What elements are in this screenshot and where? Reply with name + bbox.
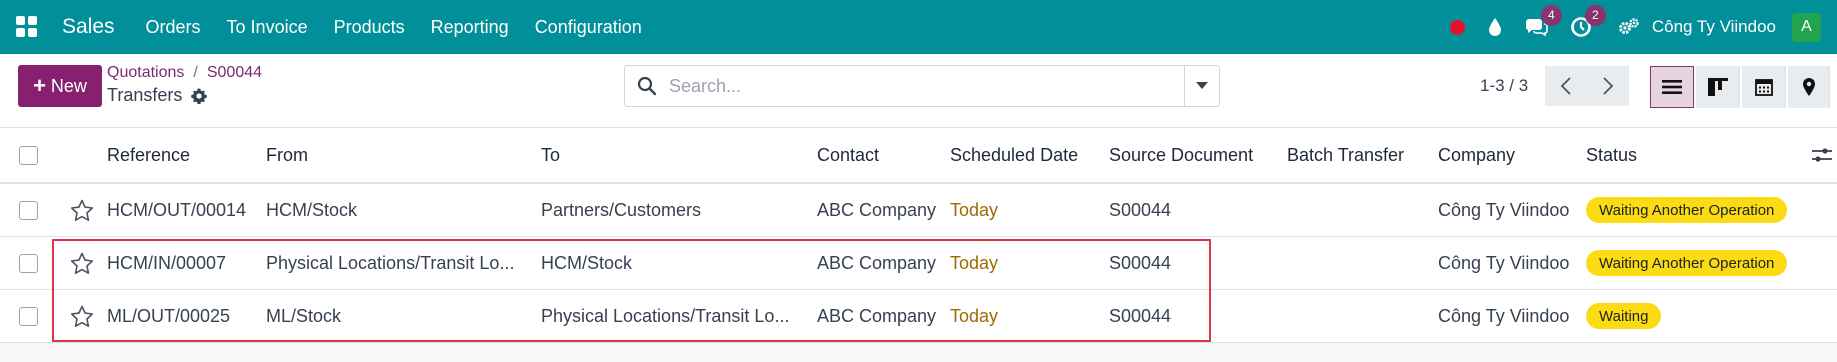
menu-products[interactable]: Products [334,17,405,38]
cell-source-document: S00044 [1109,305,1172,326]
page-title-text: Transfers [107,85,183,105]
cell-scheduled-date: Today [950,252,999,273]
cell-from: Physical Locations/Transit Lo... [266,252,515,273]
column-status[interactable]: Status [1586,128,1637,182]
table-row[interactable]: ML/OUT/00025 ML/Stock Physical Locations… [0,290,1837,343]
list-view-button[interactable] [1650,66,1694,108]
drop-icon[interactable] [1488,17,1502,37]
star-icon[interactable] [70,199,94,222]
new-button[interactable]: + New [18,65,102,107]
user-avatar[interactable]: A [1792,12,1821,42]
cell-reference: ML/OUT/00025 [107,305,231,326]
plus-icon: + [33,73,46,98]
cell-to: Physical Locations/Transit Lo... [541,305,790,326]
sliders-icon [1812,148,1832,162]
cell-to: Partners/Customers [541,199,702,220]
breadcrumb-quotations[interactable]: Quotations [107,64,184,81]
messages-badge: 4 [1540,5,1562,26]
star-icon[interactable] [70,305,94,328]
calendar-view-icon [1754,79,1773,96]
status-badge: Waiting Another Operation [1586,250,1788,276]
cell-contact: ABC Company [817,305,937,326]
new-button-label: New [50,75,87,96]
column-reference[interactable]: Reference [107,128,190,182]
messages-icon[interactable]: 4 [1524,5,1562,38]
menu-to-invoice[interactable]: To Invoice [227,17,308,38]
chevron-left-icon [1560,77,1571,95]
column-source-document[interactable]: Source Document [1109,128,1253,182]
cell-contact: ABC Company [817,199,937,220]
calendar-view-button[interactable] [1742,66,1786,108]
transfers-list: Reference From To Contact Scheduled Date… [0,128,1837,343]
cell-source-document: S00044 [1109,199,1172,220]
page-title: Transfers [107,85,208,106]
row-checkbox[interactable] [19,306,38,326]
top-navbar: Sales Orders To Invoice Products Reporti… [0,0,1837,54]
cell-contact: ABC Company [817,252,937,273]
cell-to: HCM/Stock [541,252,633,273]
cell-reference: HCM/IN/00007 [107,252,227,273]
menu-reporting[interactable]: Reporting [431,17,509,38]
kanban-view-button[interactable] [1696,66,1740,108]
chevron-right-icon [1603,77,1614,95]
star-icon[interactable] [70,252,94,275]
column-company[interactable]: Company [1438,128,1515,182]
cell-from: HCM/Stock [266,199,358,220]
table-header: Reference From To Contact Scheduled Date… [0,128,1837,184]
column-from[interactable]: From [266,128,308,182]
pager-previous-button[interactable] [1545,66,1587,106]
gear-icon[interactable] [191,88,208,104]
search-bar [624,65,1220,107]
cell-company: Công Ty Viindoo [1438,305,1570,326]
column-to[interactable]: To [541,128,560,182]
app-name[interactable]: Sales [62,15,115,39]
caret-down-icon [1196,82,1208,89]
column-batch-transfer[interactable]: Batch Transfer [1287,128,1404,182]
search-icon [637,76,657,96]
cell-reference: HCM/OUT/00014 [107,199,247,220]
cell-scheduled-date: Today [950,199,999,220]
cell-from: ML/Stock [266,305,342,326]
status-badge: Waiting [1586,303,1662,329]
search-options-toggle[interactable] [1184,66,1219,106]
breadcrumb-order[interactable]: S00044 [207,64,262,81]
list-view-icon [1662,80,1682,94]
current-company[interactable]: Công Ty Viindoo [1652,17,1776,37]
cell-company: Công Ty Viindoo [1438,252,1570,273]
cell-scheduled-date: Today [950,305,999,326]
company-switcher-icon[interactable] [1618,18,1640,36]
search-input[interactable] [669,75,1159,97]
pager-next-button[interactable] [1587,66,1629,106]
status-badge: Waiting Another Operation [1586,197,1788,223]
table-row[interactable]: HCM/OUT/00014 HCM/Stock Partners/Custome… [0,184,1837,237]
optional-columns-toggle[interactable] [1812,128,1832,182]
table-row[interactable]: HCM/IN/00007 Physical Locations/Transit … [0,237,1837,290]
apps-menu-icon[interactable] [16,16,38,38]
select-all-checkbox[interactable] [19,145,38,165]
list-footer-area [0,345,1837,362]
row-checkbox[interactable] [19,200,38,220]
map-view-button[interactable] [1788,66,1830,108]
map-pin-icon [1802,78,1815,96]
column-contact[interactable]: Contact [817,128,879,182]
column-scheduled-date[interactable]: Scheduled Date [950,128,1078,182]
menu-configuration[interactable]: Configuration [535,17,642,38]
menu-orders[interactable]: Orders [146,17,201,38]
kanban-view-icon [1707,78,1728,96]
cell-source-document: S00044 [1109,252,1172,273]
pager-value[interactable]: 1-3 / 3 [1480,76,1528,96]
breadcrumb: Quotations / S00044 [107,64,263,81]
activities-badge: 2 [1584,5,1606,26]
cell-company: Công Ty Viindoo [1438,199,1570,220]
activities-icon[interactable]: 2 [1570,5,1606,38]
control-panel: + New Quotations/S00044 Transfers 1-3 / … [0,54,1837,128]
row-checkbox[interactable] [19,253,38,273]
record-indicator-icon[interactable] [1449,19,1465,35]
